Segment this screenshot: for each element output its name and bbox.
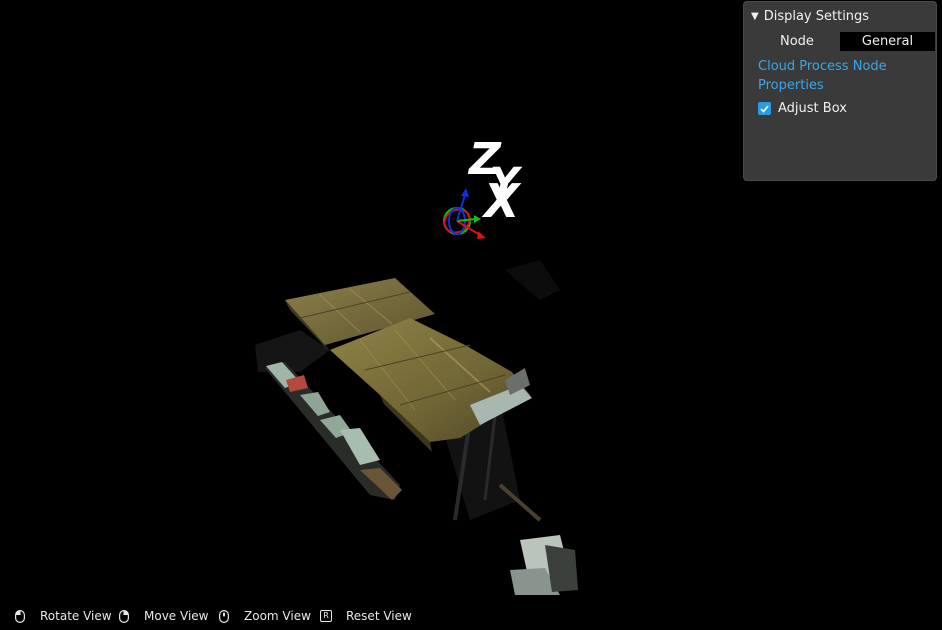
display-settings-title: Display Settings: [763, 9, 870, 24]
hint-move-view: Move View: [118, 606, 208, 626]
node-row: Node General: [744, 32, 936, 52]
axis-label-x: X: [484, 174, 520, 228]
adjust-box-label: Adjust Box: [778, 101, 847, 116]
display-settings-panel: ▼ Display Settings Node General Cloud Pr…: [743, 1, 937, 181]
hint-zoom-view: Zoom View: [218, 606, 311, 626]
checkmark-icon: [760, 104, 769, 113]
cloud-process-node-properties-link[interactable]: Cloud Process Node Properties: [758, 57, 928, 95]
hint-reset-view: R Reset View: [320, 606, 412, 626]
node-select[interactable]: General: [840, 32, 935, 51]
display-settings-header[interactable]: ▼ Display Settings: [751, 9, 869, 24]
mouse-right-icon: [118, 609, 130, 623]
node-label: Node: [780, 34, 814, 49]
navigation-hint-bar: Rotate View Move View Zoom View R Reset …: [0, 606, 942, 626]
transform-gizmo[interactable]: [440, 188, 486, 239]
hint-reset-label: Reset View: [346, 609, 412, 623]
hint-rotate-view: Rotate View: [14, 606, 112, 626]
adjust-box-checkbox[interactable]: [758, 102, 771, 115]
mouse-wheel-icon: [218, 609, 230, 623]
triangle-down-icon: ▼: [751, 11, 759, 22]
adjust-box-row[interactable]: Adjust Box: [758, 101, 847, 116]
key-r-icon: R: [320, 609, 332, 623]
mouse-left-icon: [14, 609, 26, 623]
hint-rotate-label: Rotate View: [40, 609, 112, 623]
hint-zoom-label: Zoom View: [244, 609, 311, 623]
hint-move-label: Move View: [144, 609, 209, 623]
